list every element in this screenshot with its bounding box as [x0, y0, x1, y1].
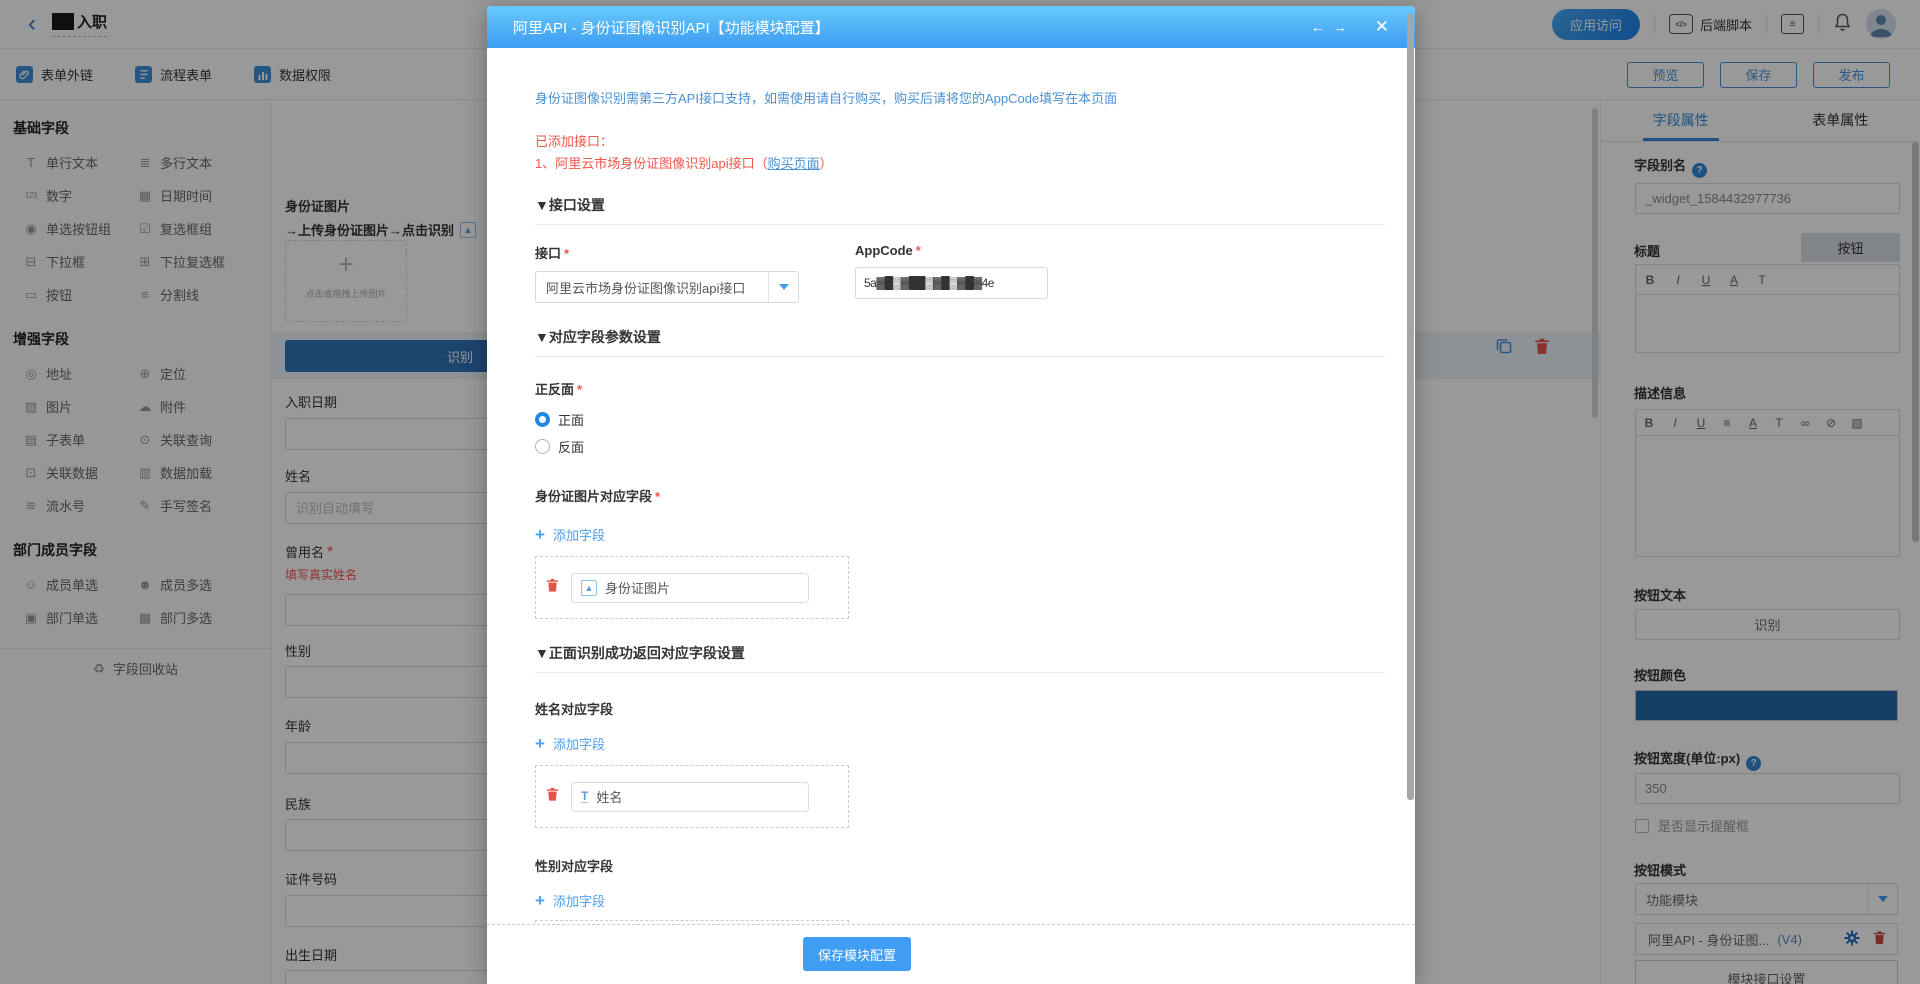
- radio-front[interactable]: 正面: [535, 410, 1385, 429]
- add-field-link[interactable]: + 添加字段: [535, 891, 605, 910]
- interface-column: 接口* 阿里云市场身份证图像识别api接口: [535, 243, 799, 303]
- api-settings-columns: 接口* 阿里云市场身份证图像识别api接口 AppCode*: [535, 243, 1385, 303]
- chevron-down-icon: [779, 284, 789, 295]
- side-label: 正反面*: [535, 379, 1385, 398]
- divider: [535, 672, 1385, 673]
- radio-front-label: 正面: [558, 410, 584, 429]
- image-field-icon: ▲: [581, 580, 597, 596]
- add-field-link[interactable]: + 添加字段: [535, 734, 605, 753]
- api-info-text: 身份证图像识别需第三方API接口支持，如需使用请自行购买，购买后请将您的AppC…: [535, 88, 1385, 107]
- modal-header-actions: ← → ✕: [1311, 17, 1389, 37]
- id-field-value: 身份证图片: [605, 578, 670, 597]
- remove-field-icon[interactable]: [545, 786, 560, 807]
- text-field-icon: T: [581, 790, 588, 803]
- divider: [535, 224, 1385, 225]
- radio-selected-icon[interactable]: [535, 412, 550, 427]
- add-field-link[interactable]: + 添加字段: [535, 525, 605, 544]
- modal-footer: 保存模块配置: [487, 924, 1415, 984]
- modal-header: 阿里API - 身份证图像识别API【功能模块配置】 ← → ✕: [487, 6, 1415, 48]
- appcode-label: AppCode*: [855, 243, 1048, 258]
- interface-label: 接口*: [535, 243, 799, 262]
- modal-title: 阿里API - 身份证图像识别API【功能模块配置】: [513, 17, 830, 38]
- name-field-chip[interactable]: T 姓名: [571, 782, 809, 812]
- remove-field-icon[interactable]: [545, 577, 560, 598]
- id-field-box: ▲ 身份证图片: [535, 556, 849, 619]
- plus-icon: +: [535, 528, 545, 542]
- modal-scrollbar[interactable]: [1407, 14, 1414, 800]
- name-field-box: T 姓名: [535, 765, 849, 828]
- added-api-item: 1、阿里云市场身份证图像识别api接口（购买页面）: [535, 153, 1385, 175]
- section-front-result: ▼正面识别成功返回对应字段设置: [535, 643, 1385, 663]
- interface-value: 阿里云市场身份证图像识别api接口: [536, 278, 768, 297]
- id-field-label: 身份证图片对应字段*: [535, 486, 1385, 505]
- add-field-label: 添加字段: [553, 525, 605, 544]
- required-mark: *: [564, 246, 569, 261]
- added-api-block: 已添加接口： 1、阿里云市场身份证图像识别api接口（购买页面）: [535, 131, 1385, 175]
- radio-back[interactable]: 反面: [535, 437, 1385, 456]
- close-icon[interactable]: ✕: [1375, 17, 1389, 37]
- select-caret-cell: [768, 272, 798, 302]
- purchase-page-link[interactable]: 购买页面: [768, 156, 820, 171]
- plus-icon: +: [535, 737, 545, 751]
- name-field-label: 姓名对应字段: [535, 699, 1385, 718]
- gender-field-label: 性别对应字段: [535, 856, 1385, 875]
- form-designer-page: ‹ 入职 应用访问 </> 后端脚本 ≡: [0, 0, 1920, 984]
- resize-arrows-icon[interactable]: ← →: [1311, 19, 1349, 35]
- modal-body: 身份证图像识别需第三方API接口支持，如需使用请自行购买，购买后请将您的AppC…: [487, 48, 1415, 984]
- appcode-input[interactable]: [855, 267, 1048, 299]
- section-field-params: ▼对应字段参数设置: [535, 327, 1385, 347]
- save-module-config-button[interactable]: 保存模块配置: [803, 937, 911, 971]
- appcode-column: AppCode*: [855, 243, 1048, 303]
- required-mark: *: [577, 382, 582, 397]
- radio-unselected-icon[interactable]: [535, 439, 550, 454]
- interface-select[interactable]: 阿里云市场身份证图像识别api接口: [535, 271, 799, 303]
- plus-icon: +: [535, 894, 545, 908]
- radio-back-label: 反面: [558, 437, 584, 456]
- required-mark: *: [916, 243, 921, 258]
- section-api-settings: ▼接口设置: [535, 195, 1385, 215]
- id-field-chip[interactable]: ▲ 身份证图片: [571, 573, 809, 603]
- divider: [535, 356, 1385, 357]
- add-field-label: 添加字段: [553, 734, 605, 753]
- module-config-modal: 阿里API - 身份证图像识别API【功能模块配置】 ← → ✕ 身份证图像识别…: [487, 6, 1415, 984]
- added-api-title: 已添加接口：: [535, 131, 1385, 153]
- name-field-value: 姓名: [596, 787, 622, 806]
- required-mark: *: [655, 489, 660, 504]
- add-field-label: 添加字段: [553, 891, 605, 910]
